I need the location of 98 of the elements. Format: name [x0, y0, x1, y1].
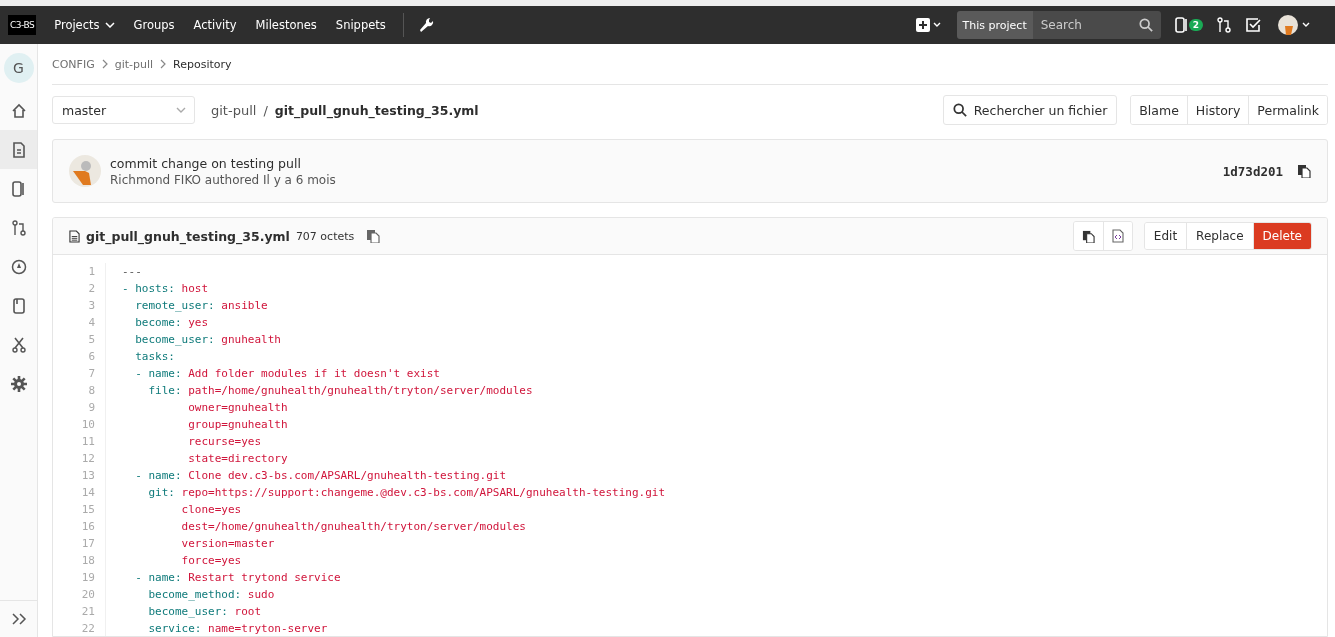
- code-file-icon: [1111, 229, 1124, 243]
- caret-icon: [176, 107, 186, 113]
- file-path: git_pull_gnuh_testing_35.yml: [274, 102, 479, 118]
- code-line: become_user: root: [147, 604, 263, 620]
- line-number: 22: [80, 621, 95, 636]
- line-number: 20: [80, 587, 95, 603]
- breadcrumb-link[interactable]: CONFIG: [52, 57, 95, 71]
- nav-link[interactable]: Milestones: [255, 18, 317, 32]
- code-line: clone=yes: [180, 502, 243, 518]
- line-number: 6: [87, 349, 95, 365]
- book-icon: [10, 297, 27, 314]
- line-number: 3: [87, 298, 95, 314]
- find-file-button[interactable]: Rechercher un fichier: [942, 95, 1118, 125]
- nav-link[interactable]: Snippets: [335, 18, 386, 32]
- issues-icon: [11, 180, 26, 197]
- search-icon: [952, 103, 967, 117]
- count-badge: 2: [1188, 19, 1203, 31]
- line-number: 17: [80, 536, 95, 552]
- chevron-icon: [101, 59, 108, 69]
- code-line: file: path=/home/gnuhealth/gnuhealth/tryton/server/modules: [147, 383, 534, 399]
- view-button[interactable]: Permalink: [1248, 96, 1327, 124]
- breadcrumb-link[interactable]: git-pull: [114, 57, 154, 71]
- code-line: service: name=tryton-server: [147, 621, 329, 636]
- issues-icon[interactable]: [1174, 17, 1189, 33]
- double-chevron-icon: [10, 613, 27, 625]
- copy-contents-button[interactable]: [1073, 222, 1103, 250]
- search-field[interactable]: Search: [1032, 11, 1161, 39]
- code-line: state=directory: [187, 451, 289, 467]
- code-line: git: repo=https://support:changeme.@dev.c3-bs.com/APSARL/gnuhealth-testing.git: [147, 485, 666, 501]
- search-scope[interactable]: This project: [956, 11, 1033, 39]
- code-line: become: yes: [134, 315, 210, 331]
- code-line: recurse=yes: [187, 434, 263, 450]
- line-number: 2: [87, 281, 95, 297]
- code-line: - name: Clone dev.c3-bs.com/APSARL/gnuhealth-testing.git: [134, 468, 508, 484]
- path-link[interactable]: git-pull: [211, 102, 257, 118]
- project-avatar[interactable]: G: [3, 53, 34, 83]
- code-line: become_user: gnuhealth: [134, 332, 282, 348]
- plus-icon[interactable]: [914, 17, 943, 33]
- commit-author-text: Richmond FIKO authored Il y a 6 mois: [110, 172, 336, 187]
- branch-dropdown[interactable]: master: [52, 96, 195, 124]
- code-line: remote_user: ansible: [134, 298, 269, 314]
- line-number: 16: [80, 519, 95, 535]
- copy-icon[interactable]: [1297, 164, 1311, 178]
- copy-icon[interactable]: [366, 229, 381, 243]
- code-line: tasks:: [134, 349, 176, 365]
- home-icon: [10, 102, 27, 119]
- file-icon: [69, 229, 80, 243]
- line-number: 7: [87, 366, 95, 382]
- checkbox-icon[interactable]: [1245, 17, 1261, 33]
- caret-icon: [104, 22, 115, 28]
- line-number: 18: [80, 553, 95, 569]
- code-line: force=yes: [180, 553, 243, 569]
- settings-icon: [10, 375, 27, 392]
- user-avatar-icon: [69, 155, 101, 187]
- file-size: 707 octets: [295, 229, 355, 243]
- file-icon: [10, 141, 27, 158]
- merge-request-icon[interactable]: [1217, 17, 1231, 33]
- code-line: group=gnuhealth: [187, 417, 289, 433]
- line-number: 14: [80, 485, 95, 501]
- line-number: 11: [80, 434, 95, 450]
- commit-message-link[interactable]: commit change on testing pull: [110, 155, 336, 171]
- line-number: 1: [87, 264, 95, 280]
- search-icon: [1138, 18, 1153, 32]
- code-line: - name: Restart trytond service: [134, 570, 342, 586]
- logo[interactable]: C3-BS: [8, 15, 37, 35]
- scissors-icon: [10, 336, 27, 353]
- copy-icon: [1081, 229, 1095, 243]
- nav-link[interactable]: Activity: [193, 18, 237, 32]
- file-action-button[interactable]: Delete: [1252, 223, 1311, 249]
- code-line: version=master: [180, 536, 276, 552]
- merge-request-icon: [11, 219, 26, 236]
- nav-link[interactable]: Projects: [54, 18, 115, 32]
- code-line: dest=/home/gnuhealth/gnuhealth/tryton/server/modules: [180, 519, 527, 535]
- line-number: 15: [80, 502, 95, 518]
- line-number: 10: [80, 417, 95, 433]
- code-line: ---: [122, 264, 143, 280]
- line-number: 9: [87, 400, 95, 416]
- line-number: 8: [87, 383, 95, 399]
- nav-link[interactable]: Groups: [133, 18, 175, 32]
- commit-sha[interactable]: 1d73d201: [1222, 163, 1283, 179]
- path-separator: /: [263, 102, 268, 118]
- line-number: 19: [80, 570, 95, 586]
- sidebar-item[interactable]: [0, 130, 37, 169]
- line-number: 5: [87, 332, 95, 348]
- chevron-icon: [160, 59, 167, 69]
- line-number: 21: [80, 604, 95, 620]
- line-number: 13: [80, 468, 95, 484]
- code-line: - name: Add folder modules if it doesn't exist: [134, 366, 441, 382]
- breadcrumb-link[interactable]: Repository: [173, 57, 232, 71]
- code-line: - hosts: host: [122, 281, 210, 297]
- wrench-icon[interactable]: [417, 17, 434, 33]
- line-number: 4: [87, 315, 95, 331]
- file-name: git_pull_gnuh_testing_35.yml: [86, 228, 290, 244]
- code-line: become_method: sudo: [147, 587, 276, 603]
- file-action-button[interactable]: Replace: [1186, 223, 1253, 249]
- file-action-button[interactable]: Edit: [1144, 223, 1187, 249]
- code-line: owner=gnuhealth: [187, 400, 289, 416]
- line-number: 12: [80, 451, 95, 467]
